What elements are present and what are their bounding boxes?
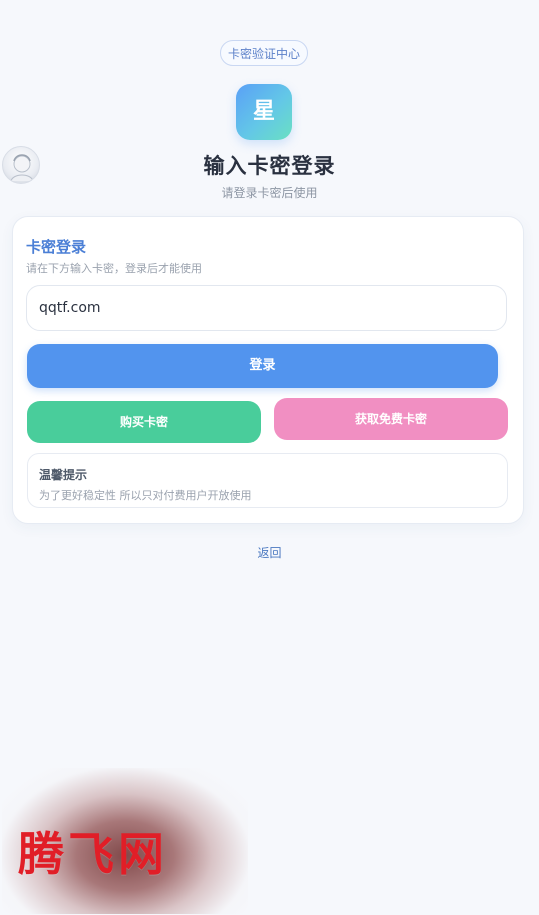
card-title: 卡密登录 xyxy=(26,238,87,256)
page-subtitle: 请登录卡密后使用 xyxy=(221,186,318,200)
page-title: 输入卡密登录 xyxy=(203,154,336,178)
avatar-icon xyxy=(2,146,40,184)
watermark-logo: 腾飞网 xyxy=(18,827,168,881)
login-button[interactable]: 登录 xyxy=(27,344,498,388)
card-key-input[interactable] xyxy=(26,285,507,331)
verification-center-badge: 卡密验证中心 xyxy=(220,40,308,66)
get-free-card-key-button[interactable]: 获取免费卡密 xyxy=(274,398,508,440)
back-link[interactable]: 返回 xyxy=(0,544,539,561)
notice-title: 温馨提示 xyxy=(39,468,88,482)
card-description: 请在下方输入卡密，登录后才能使用 xyxy=(26,262,202,275)
notice-text: 为了更好稳定性 所以只对付费用户开放使用 xyxy=(39,489,252,502)
buy-card-key-button[interactable]: 购买卡密 xyxy=(27,401,261,443)
app-logo: 星 xyxy=(236,84,292,140)
